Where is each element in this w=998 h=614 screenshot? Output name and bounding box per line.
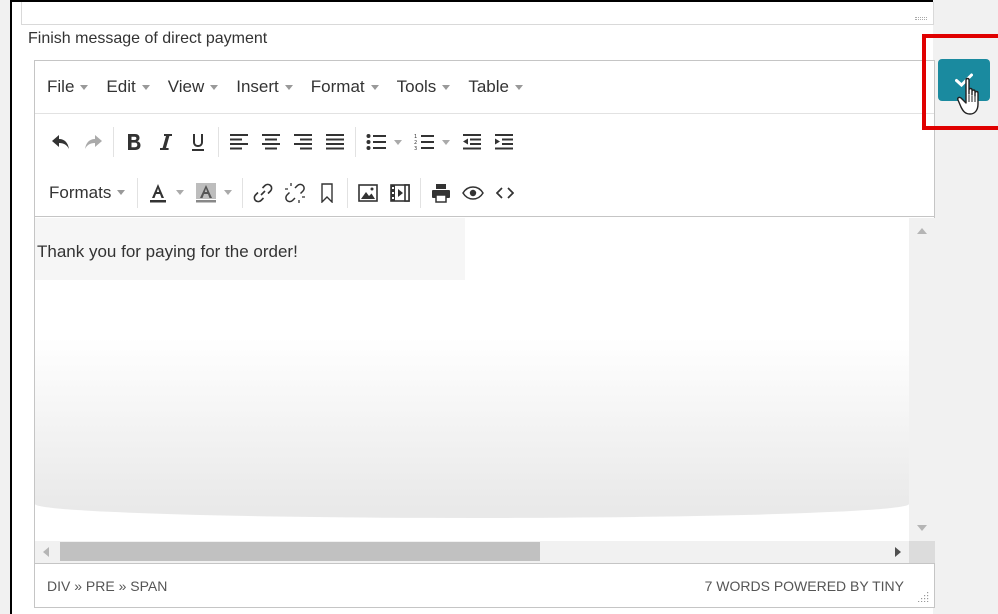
menu-view[interactable]: View [168,77,219,97]
toolbar-divider [242,177,244,208]
outdent-icon[interactable] [456,126,488,158]
menu-label: Edit [106,77,136,96]
undo-icon[interactable] [45,126,77,158]
editor-statusbar: DIV » PRE » SPAN 7 WORDS POWERED BY TINY [35,563,934,608]
chevron-down-icon[interactable] [394,139,402,145]
toolbar-divider [355,127,356,157]
rich-text-editor: File Edit View Insert Format Tools Table [34,60,935,608]
scrollbar-corner [909,541,935,563]
formats-dropdown[interactable]: Formats [41,183,133,203]
toolbar-divider [113,127,114,157]
menu-edit[interactable]: Edit [106,77,150,97]
toolbar-divider [218,127,219,157]
chevron-down-icon[interactable] [442,139,450,145]
image-icon[interactable] [352,177,384,209]
chevron-down-icon[interactable] [176,190,185,195]
formats-label: Formats [49,182,112,202]
align-justify-icon[interactable] [319,126,351,158]
align-center-icon[interactable] [255,126,287,158]
source-code-icon[interactable] [489,177,521,209]
element-path[interactable]: DIV » PRE » SPAN [47,578,167,594]
chevron-down-icon [141,84,150,90]
previous-editor-bottom [21,2,934,25]
chevron-down-icon [442,84,451,90]
menu-label: View [167,77,205,96]
svg-text:3: 3 [414,146,417,151]
form-panel: Finish message of direct payment File Ed… [10,0,935,614]
media-icon[interactable] [384,177,416,209]
italic-icon[interactable] [150,126,182,158]
editor-toolbar-row-1: 123 [35,115,934,169]
menu-file[interactable]: File [47,77,89,97]
chevron-down-icon [370,84,379,90]
scroll-up-arrow-icon[interactable] [917,228,927,234]
chevron-down-icon [117,190,126,195]
numbered-list-icon[interactable]: 123 [408,126,440,158]
hand-pointer-icon [957,77,979,115]
scroll-down-arrow-icon[interactable] [917,525,927,531]
editor-menubar: File Edit View Insert Format Tools Table [35,61,934,114]
text-color-icon[interactable] [142,177,174,209]
link-icon[interactable] [247,177,279,209]
menu-label: Tools [396,77,437,96]
toolbar-divider [420,177,422,208]
scroll-left-arrow-icon[interactable] [43,547,49,557]
chevron-down-icon[interactable] [224,190,233,195]
editor-content-area[interactable]: Thank you for paying for the order! [35,218,909,541]
menu-label: Format [310,77,365,96]
background-color-icon[interactable] [190,177,222,209]
menu-label: Table [468,77,509,96]
print-icon[interactable] [425,177,457,209]
chevron-down-icon [284,84,293,90]
horizontal-scroll-thumb[interactable] [60,542,540,561]
editor-text[interactable]: Thank you for paying for the order! [37,242,298,262]
content-shading [35,338,909,518]
vertical-scrollbar[interactable] [909,218,935,541]
underline-icon[interactable] [182,126,214,158]
toolbar-divider [137,177,139,208]
editor-toolbar-row-2: Formats [35,169,934,217]
redo-icon[interactable] [77,126,109,158]
menu-label: Insert [236,77,279,96]
bullet-list-icon[interactable] [360,126,392,158]
bold-icon[interactable] [118,126,150,158]
word-count-branding: 7 WORDS POWERED BY TINY [704,578,904,594]
align-left-icon[interactable] [223,126,255,158]
unlink-icon[interactable] [279,177,311,209]
horizontal-scrollbar[interactable] [35,541,909,563]
menu-label: File [47,77,75,96]
field-label: Finish message of direct payment [28,30,268,47]
resize-grip-icon[interactable] [917,590,929,602]
scroll-right-arrow-icon[interactable] [895,547,901,557]
preview-eye-icon[interactable] [457,177,489,209]
menu-table[interactable]: Table [468,77,523,97]
chevron-down-icon [80,84,89,90]
resize-grip-icon[interactable] [915,17,927,20]
menu-format[interactable]: Format [311,77,379,97]
menu-insert[interactable]: Insert [236,77,293,97]
chevron-down-icon [514,84,523,90]
menu-tools[interactable]: Tools [397,77,451,97]
chevron-down-icon [210,84,219,90]
toolbar-divider [347,177,349,208]
align-right-icon[interactable] [287,126,319,158]
bookmark-icon[interactable] [311,177,343,209]
indent-icon[interactable] [488,126,520,158]
